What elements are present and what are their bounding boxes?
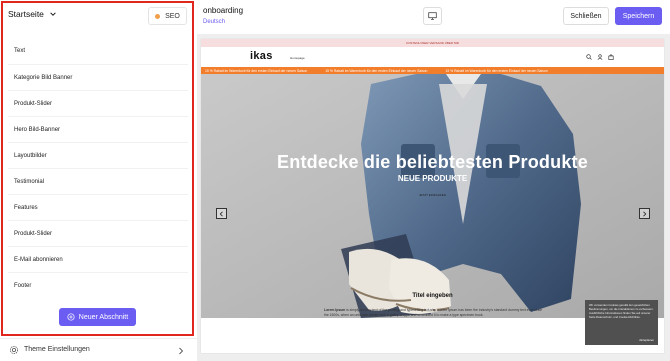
user-icon[interactable] [597, 54, 603, 60]
section-item-hero-banner[interactable]: Hero Bild-Banner [8, 116, 188, 142]
add-section-button[interactable]: Neuer Abschnitt [59, 308, 136, 326]
cookie-accept-button[interactable]: Akzeptieren [639, 338, 654, 342]
seo-label: SEO [165, 12, 180, 20]
announcement-bar: KOSTENLOSER VERSAND ÜBER 50€ [201, 39, 664, 47]
marquee-item: 15 % Rabatt im Warenkorb für den ersten … [325, 68, 428, 73]
page-selector-label: Startseite [8, 9, 44, 19]
body-text: is simply dummy text of the printing and… [324, 308, 543, 317]
store-logo[interactable]: ikas [250, 50, 273, 62]
chevron-right-icon [179, 347, 184, 355]
hero-cta-link[interactable]: JETZT EINKAUFEN [201, 193, 664, 197]
section-item-features[interactable]: Features [8, 194, 188, 220]
body-paragraph: Lorem Ipsum is simply dummy text of the … [324, 308, 547, 318]
nav-link-homepage[interactable]: Homepage [290, 56, 305, 60]
hero-subtitle: NEUE PRODUKTE [397, 174, 468, 183]
section-item-label: E-Mail abonnieren [14, 256, 63, 263]
hero-title: Entdecke die beliebtesten Produkte [277, 152, 588, 172]
section-item-label: Footer [14, 282, 32, 289]
panel-header: Startseite SEO [0, 0, 197, 32]
plus-circle-icon [67, 313, 75, 321]
section-list: Text Kategorie Bild Banner Produkt-Slide… [8, 38, 188, 298]
section-item-label: Layoutbilder [14, 152, 47, 159]
seo-button[interactable]: SEO [148, 7, 187, 25]
section-item-label: Produkt-Slider [14, 230, 53, 237]
close-button[interactable]: Schließen [563, 7, 609, 25]
section-item-product-slider[interactable]: Produkt-Slider [8, 90, 188, 116]
section-item-label: Features [14, 204, 38, 211]
section-item-testimonial[interactable]: Testimonial [8, 168, 188, 194]
store-name: onboarding [203, 6, 244, 15]
cookie-text: Wir verwenden Cookies gemäß den gesetzli… [589, 303, 654, 319]
seo-status-dot [155, 13, 161, 19]
store-header: ikas Homepage [201, 47, 664, 67]
add-section-label: Neuer Abschnitt [78, 313, 129, 321]
arrow-right-icon [643, 211, 647, 216]
editor-topbar: onboarding Deutsch Schließen Speichern [197, 0, 670, 34]
section-panel: Startseite SEO Text Kategorie Bild Banne… [0, 0, 197, 361]
section-item-label: Hero Bild-Banner [14, 126, 61, 133]
promo-marquee: 15 % Rabatt im Warenkorb für den ersten … [201, 67, 664, 74]
search-icon[interactable] [586, 54, 592, 60]
section-title: Titel eingeben [412, 293, 453, 299]
hero-prev-button[interactable] [216, 208, 227, 219]
desktop-icon [428, 12, 437, 20]
section-item-product-slider-2[interactable]: Produkt-Slider [8, 220, 188, 246]
section-item-label: Text [14, 48, 26, 54]
save-button[interactable]: Speichern [615, 7, 662, 25]
theme-settings-label: Theme Einstellungen [24, 346, 90, 353]
section-item-label: Produkt-Slider [14, 100, 53, 107]
language-selector[interactable]: Deutsch [203, 19, 225, 25]
chevron-down-icon [50, 12, 56, 16]
section-item-email-subscribe[interactable]: E-Mail abonnieren [8, 246, 188, 272]
section-item-layout-images[interactable]: Layoutbilder [8, 142, 188, 168]
page-selector[interactable]: Startseite [8, 9, 57, 19]
hero-next-button[interactable] [639, 208, 650, 219]
body-lead: Lorem Ipsum [324, 308, 346, 312]
arrow-left-icon [219, 211, 223, 216]
section-item-text[interactable]: Text [8, 38, 188, 64]
device-toggle-button[interactable] [423, 7, 442, 25]
theme-settings-row[interactable]: Theme Einstellungen [0, 338, 197, 361]
marquee-item: 15 % Rabatt im Warenkorb für den ersten … [445, 68, 548, 73]
section-item-label: Kategorie Bild Banner [14, 74, 73, 81]
section-item-label: Testimonial [14, 178, 45, 185]
bag-icon[interactable] [608, 54, 614, 60]
storefront-preview[interactable]: KOSTENLOSER VERSAND ÜBER 50€ ikas Homepa… [201, 39, 664, 353]
section-item-category-banner[interactable]: Kategorie Bild Banner [8, 64, 188, 90]
cookie-banner: Wir verwenden Cookies gemäß den gesetzli… [585, 300, 658, 345]
gear-icon [10, 346, 18, 354]
marquee-item: 15 % Rabatt im Warenkorb für den ersten … [205, 68, 308, 73]
hero-slider: Entdecke die beliebtesten Produkte NEUE … [201, 74, 664, 318]
section-item-footer[interactable]: Footer [8, 272, 188, 298]
